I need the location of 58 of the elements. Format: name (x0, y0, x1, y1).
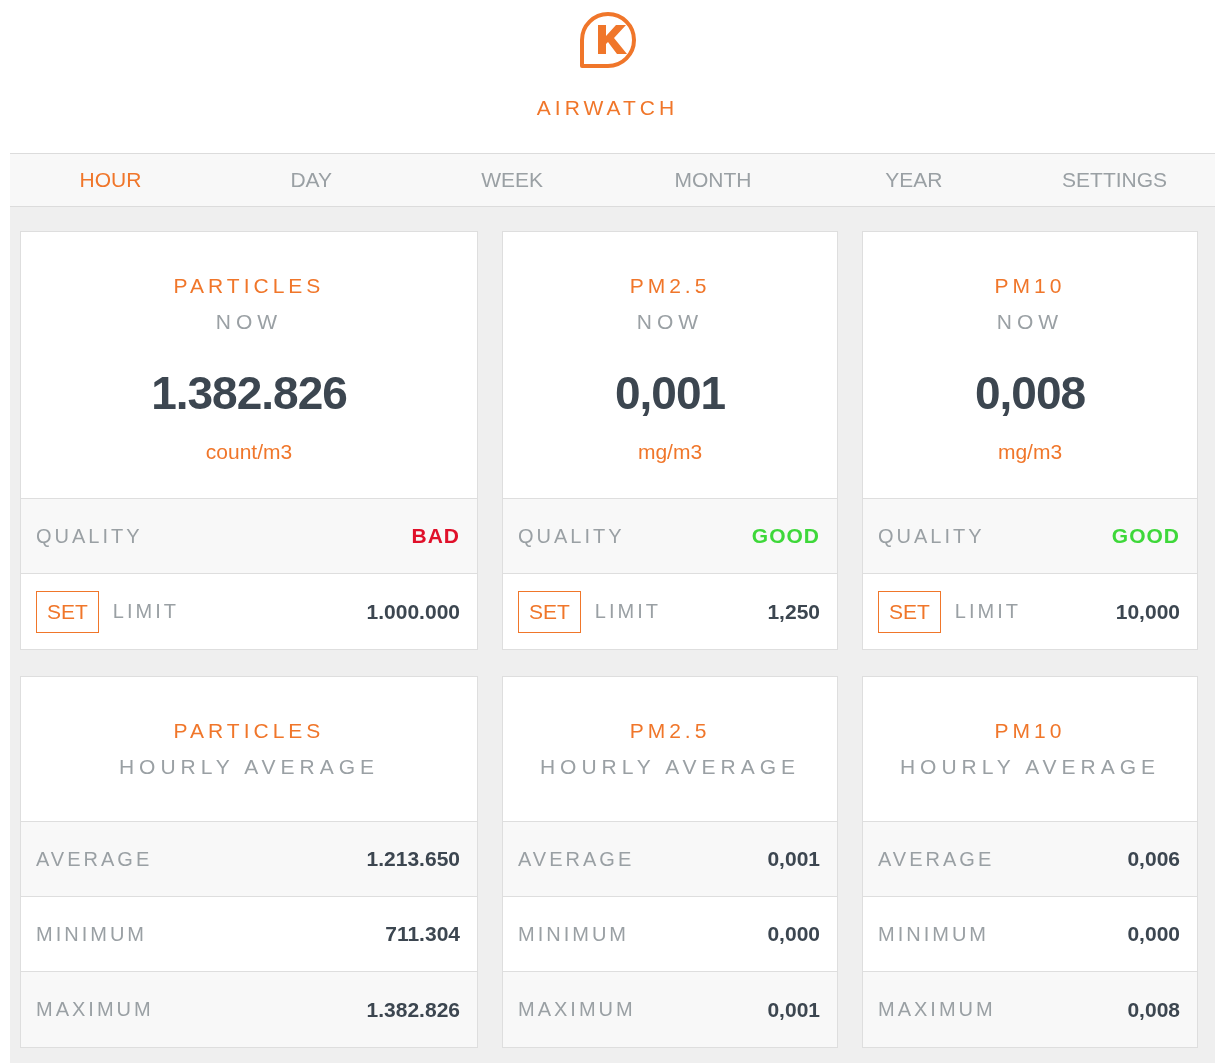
quality-value: BAD (411, 524, 460, 548)
set-button[interactable]: SET (878, 590, 941, 633)
row-value: 1.382.826 (366, 997, 460, 1022)
set-button[interactable]: SET (36, 590, 99, 633)
card-subtitle: HOURLY AVERAGE (118, 755, 380, 779)
card-subtitle: HOURLY AVERAGE (899, 755, 1161, 779)
row-value: 1.213.650 (366, 847, 460, 871)
row-value: 0,000 (767, 922, 820, 946)
card-subtitle: NOW (215, 310, 283, 334)
reading-value: 1.382.826 (151, 366, 347, 420)
row-label: MINIMUM (518, 922, 629, 946)
row-label: QUALITY (36, 524, 143, 548)
reading-value: 0,001 (614, 366, 726, 420)
row-value: 711.304 (385, 922, 460, 946)
card-subtitle: NOW (636, 310, 704, 334)
row-label: AVERAGE (878, 847, 995, 871)
unit-label: count/m3 (205, 440, 293, 464)
app-title: AIRWATCH (536, 96, 679, 120)
card-title: PM2.5 (629, 274, 711, 298)
quality-value: GOOD (1111, 524, 1180, 548)
row-label: LIMIT (112, 600, 179, 623)
row-label: MINIMUM (36, 922, 147, 946)
set-button[interactable]: SET (518, 590, 581, 633)
reading-value: 0,008 (974, 366, 1086, 420)
card-subtitle: HOURLY AVERAGE (539, 755, 801, 779)
row-value: 1,250 (767, 599, 820, 624)
tab[interactable]: YEAR (813, 154, 1015, 206)
row-value: 1.000.000 (366, 599, 460, 624)
unit-label: mg/m3 (997, 440, 1063, 464)
row-label: MINIMUM (878, 922, 989, 946)
row-value: 0,000 (1127, 922, 1180, 946)
row-label: MAXIMUM (878, 998, 996, 1021)
tab[interactable]: MONTH (612, 154, 814, 206)
unit-label: mg/m3 (637, 440, 703, 464)
row-value: 0,001 (767, 997, 820, 1022)
row-label: AVERAGE (518, 847, 635, 871)
row-value: 0,001 (767, 847, 820, 871)
row-value: 0,008 (1127, 997, 1180, 1022)
card-title: PARTICLES (173, 274, 325, 298)
quality-value: GOOD (751, 524, 820, 548)
tab[interactable]: WEEK (411, 154, 613, 206)
row-label: LIMIT (954, 600, 1021, 623)
row-label: MAXIMUM (36, 998, 154, 1021)
card-title: PM2.5 (629, 719, 711, 743)
row-value: 0,006 (1127, 847, 1180, 871)
row-label: AVERAGE (36, 847, 153, 871)
row-label: QUALITY (878, 524, 985, 548)
card-title: PARTICLES (173, 719, 325, 743)
row-label: LIMIT (594, 600, 661, 623)
row-label: QUALITY (518, 524, 625, 548)
tab[interactable]: DAY (210, 154, 412, 206)
row-value: 10,000 (1115, 599, 1180, 624)
row-label: MAXIMUM (518, 998, 636, 1021)
card-title: PM10 (994, 274, 1066, 298)
card-title: PM10 (994, 719, 1066, 743)
tab[interactable]: SETTINGS (1014, 154, 1215, 206)
card-subtitle: NOW (996, 310, 1064, 334)
tab[interactable]: HOUR (10, 154, 211, 206)
